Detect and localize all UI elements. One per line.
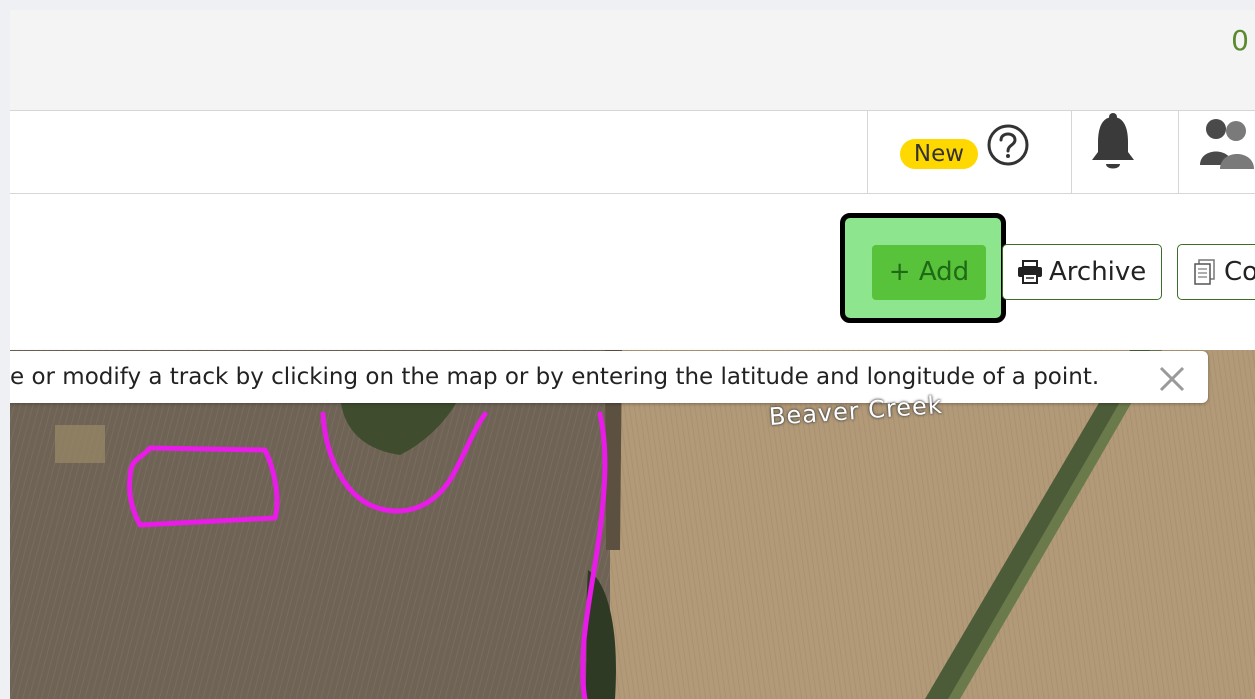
bell-icon[interactable]	[1088, 112, 1138, 172]
users-icon[interactable]	[1192, 115, 1255, 171]
document-icon	[1194, 259, 1215, 285]
map-hint-banner: e or modify a track by clicking on the m…	[10, 351, 1208, 403]
printer-icon	[1018, 260, 1042, 284]
help-icon[interactable]	[985, 122, 1031, 168]
archive-label: Archive	[1049, 257, 1147, 287]
add-button[interactable]: + Add	[872, 245, 986, 300]
top-bar: 0	[10, 10, 1255, 111]
nav-divider	[1071, 111, 1072, 193]
copy-button[interactable]: Co	[1177, 244, 1255, 300]
copy-label: Co	[1224, 257, 1255, 287]
nav-divider	[867, 111, 868, 193]
new-badge[interactable]: New	[900, 139, 978, 169]
close-icon[interactable]	[1158, 365, 1186, 393]
archive-button[interactable]: Archive	[1002, 244, 1162, 300]
top-bar-stat: 0	[1231, 24, 1249, 57]
nav-divider	[1178, 111, 1179, 193]
nav-bar: New	[10, 111, 1255, 194]
app-frame: 0 New + Add Archive Co e or modify a tra…	[10, 10, 1255, 699]
